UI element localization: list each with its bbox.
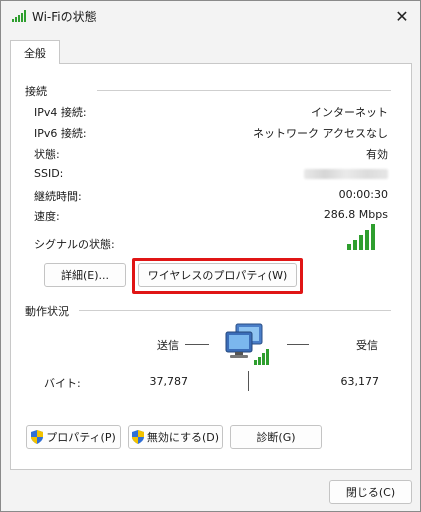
received-dash xyxy=(287,344,309,345)
bytes-label: バイト: xyxy=(44,377,81,390)
wifi-signal-icon xyxy=(12,10,26,22)
properties-button[interactable]: プロパティ(P) xyxy=(26,425,121,449)
signal-strength-icon xyxy=(347,224,375,250)
tab-general[interactable]: 全般 xyxy=(10,40,60,64)
ipv6-value: ネットワーク アクセスなし xyxy=(253,127,388,140)
close-icon[interactable]: ✕ xyxy=(384,1,420,31)
bytes-divider xyxy=(248,371,249,391)
speed-label: 速度: xyxy=(34,210,60,223)
properties-button-label: プロパティ(P) xyxy=(46,431,116,444)
ipv4-value: インターネット xyxy=(311,106,388,119)
ssid-value-redacted xyxy=(304,167,388,180)
disable-button-label: 無効にする(D) xyxy=(146,431,220,444)
connection-section-label: 接続 xyxy=(25,83,47,99)
wifi-status-window: Wi-Fiの状態 ✕ 全般 接続 IPv4 接続: インターネット IPv6 接… xyxy=(0,0,421,512)
disable-button[interactable]: 無効にする(D) xyxy=(128,425,223,449)
duration-label: 継続時間: xyxy=(34,190,82,203)
bytes-received-value: 63,177 xyxy=(340,375,380,388)
window-title: Wi-Fiの状態 xyxy=(32,10,97,24)
duration-value: 00:00:30 xyxy=(338,188,388,201)
received-label: 受信 xyxy=(356,339,378,352)
diagnose-button[interactable]: 診断(G) xyxy=(230,425,322,449)
uac-shield-icon xyxy=(31,430,44,444)
wireless-properties-button[interactable]: ワイヤレスのプロパティ(W) xyxy=(138,263,297,287)
state-label: 状態: xyxy=(34,148,60,161)
activity-divider xyxy=(79,310,391,311)
uac-shield-icon xyxy=(131,430,144,444)
signal-label: シグナルの状態: xyxy=(34,238,115,251)
network-computers-icon xyxy=(225,323,269,365)
sent-dash xyxy=(185,344,209,345)
connection-divider xyxy=(97,90,391,91)
state-value: 有効 xyxy=(366,148,388,161)
ssid-label: SSID: xyxy=(34,167,64,180)
sent-label: 送信 xyxy=(157,339,179,352)
activity-section-label: 動作状況 xyxy=(25,303,69,319)
details-button[interactable]: 詳細(E)... xyxy=(44,263,126,287)
close-button[interactable]: 閉じる(C) xyxy=(329,480,412,504)
bytes-sent-value: 37,787 xyxy=(149,375,189,388)
speed-value: 286.8 Mbps xyxy=(323,208,388,221)
ipv4-label: IPv4 接続: xyxy=(34,106,87,119)
ipv6-label: IPv6 接続: xyxy=(34,127,87,140)
title-bar: Wi-Fiの状態 ✕ xyxy=(1,1,420,31)
